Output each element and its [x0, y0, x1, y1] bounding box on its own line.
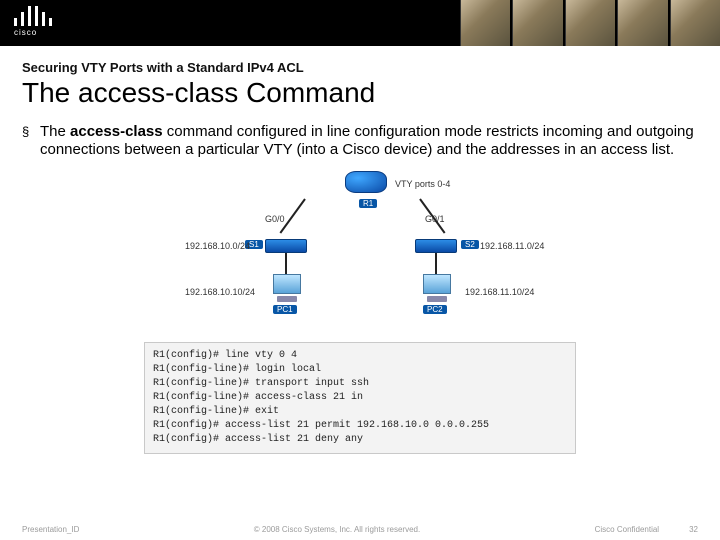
router-label: R1 [359, 199, 377, 208]
router-icon [345, 171, 387, 197]
cli-line: R1(config-line)# transport input ssh [153, 377, 567, 391]
footer-left: Presentation_ID [22, 525, 79, 534]
cisco-logo: cisco [14, 6, 78, 37]
link-line [285, 253, 287, 275]
footer-confidential: Cisco Confidential [595, 525, 659, 534]
pc2-label: PC2 [423, 305, 447, 314]
cli-line: R1(config)# access-list 21 deny any [153, 433, 567, 447]
pc-icon [420, 274, 454, 302]
network-left: 192.168.10.0/24 [185, 241, 250, 251]
page-number: 32 [689, 525, 698, 534]
network-right: 192.168.11.0/24 [480, 241, 544, 251]
bullet-mark: § [22, 123, 40, 159]
pc1-label: PC1 [273, 305, 297, 314]
bullet-text: The access-class command configured in l… [40, 123, 698, 159]
slide-top-bar: cisco [0, 0, 720, 46]
slide-title: The access-class Command [22, 77, 698, 109]
header-photo-strip [460, 0, 720, 46]
interface-g00: G0/0 [265, 214, 285, 224]
slide-footer: Presentation_ID © 2008 Cisco Systems, In… [0, 525, 720, 534]
cli-line: R1(config-line)# exit [153, 405, 567, 419]
vty-ports-label: VTY ports 0-4 [395, 179, 450, 189]
logo-text: cisco [14, 28, 78, 37]
bullet-row: § The access-class command configured in… [22, 123, 698, 159]
cli-line: R1(config)# access-list 21 permit 192.16… [153, 419, 567, 433]
switch-icon [415, 239, 457, 253]
footer-center: © 2008 Cisco Systems, Inc. All rights re… [79, 525, 594, 534]
switch-label-s2: S2 [461, 240, 479, 249]
slide-kicker: Securing VTY Ports with a Standard IPv4 … [22, 60, 698, 75]
host-right: 192.168.11.10/24 [465, 287, 534, 297]
switch-icon [265, 239, 307, 253]
cli-line: R1(config-line)# access-class 21 in [153, 391, 567, 405]
bullet-emph: access-class [70, 123, 163, 140]
pc-icon [270, 274, 304, 302]
slide-content: Securing VTY Ports with a Standard IPv4 … [0, 46, 720, 454]
cli-line: R1(config-line)# login local [153, 363, 567, 377]
link-line [435, 253, 437, 275]
network-diagram: R1 VTY ports 0-4 G0/0 G0/1 S1 S2 192.168… [145, 169, 575, 334]
bullet-prefix: The [40, 123, 70, 140]
host-left: 192.168.10.10/24 [185, 287, 255, 297]
cli-block: R1(config)# line vty 0 4 R1(config-line)… [144, 342, 576, 454]
cli-line: R1(config)# line vty 0 4 [153, 349, 567, 363]
